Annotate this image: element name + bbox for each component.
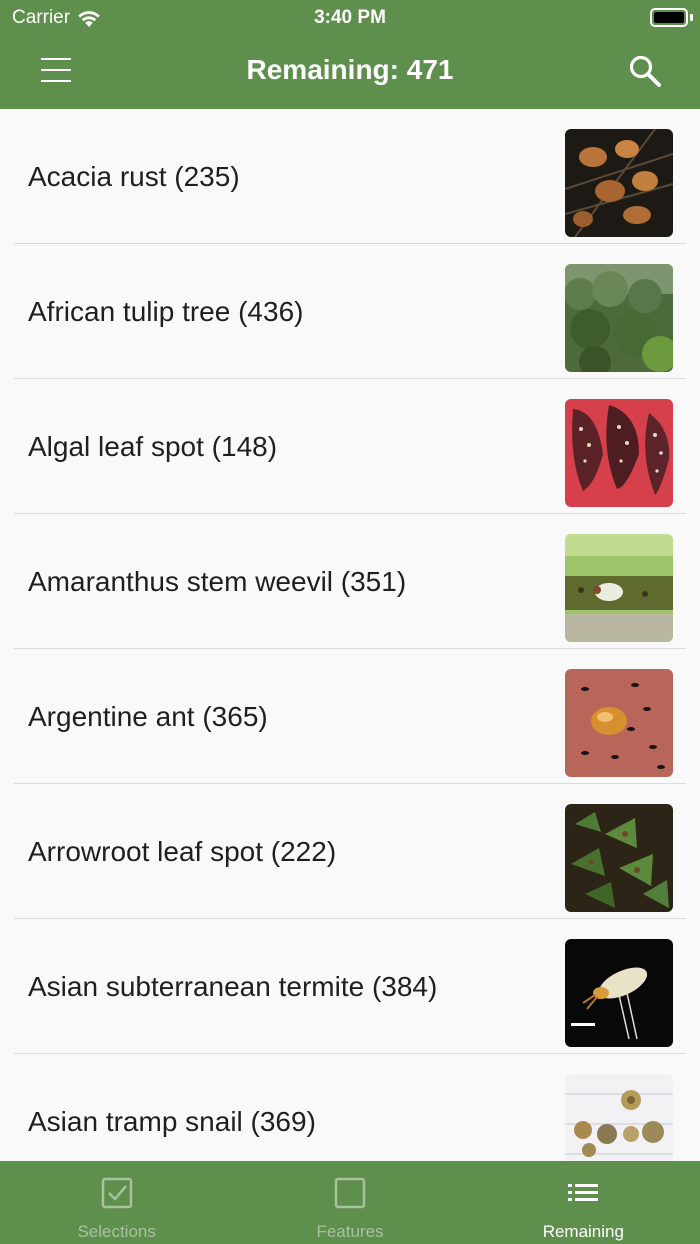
list-item[interactable]: Argentine ant (365) bbox=[0, 649, 700, 784]
list-item-label: Algal leaf spot (148) bbox=[28, 430, 278, 462]
amaranthus-stem-weevil-thumbnail bbox=[565, 534, 673, 642]
battery-icon bbox=[650, 8, 688, 27]
tab-features-label: Features bbox=[316, 1222, 384, 1241]
species-list[interactable]: Acacia rust (235) African tulip tree (43… bbox=[0, 109, 700, 1161]
list-icon bbox=[568, 1184, 599, 1201]
asian-subterranean-termite-thumbnail bbox=[565, 939, 673, 1047]
argentine-ant-thumbnail bbox=[565, 669, 673, 777]
battery-cap bbox=[690, 14, 693, 21]
tab-selections[interactable]: Selections bbox=[0, 1161, 233, 1244]
list-item[interactable]: Acacia rust (235) bbox=[0, 109, 700, 244]
list-item-label: Asian subterranean termite (384) bbox=[28, 970, 438, 1002]
tab-selections-label: Selections bbox=[77, 1222, 156, 1241]
african-tulip-tree-thumbnail bbox=[565, 264, 673, 372]
navigation-bar: Remaining: 471 bbox=[0, 36, 700, 109]
status-time: 3:40 PM bbox=[314, 7, 386, 28]
asian-tramp-snail-thumbnail bbox=[565, 1074, 673, 1161]
tab-features[interactable]: Features bbox=[233, 1161, 466, 1244]
list-item-label: African tulip tree (436) bbox=[28, 295, 304, 327]
checked-square-icon bbox=[101, 1177, 132, 1209]
app-header: Carrier 3:40 PM Remaining: 471 bbox=[0, 0, 700, 109]
list-item[interactable]: Amaranthus stem weevil (351) bbox=[0, 514, 700, 649]
list-item[interactable]: Asian tramp snail (369) bbox=[0, 1054, 700, 1161]
algal-leaf-spot-thumbnail bbox=[565, 399, 673, 507]
list-item-label: Argentine ant (365) bbox=[28, 700, 268, 732]
list-item-label: Amaranthus stem weevil (351) bbox=[28, 565, 407, 597]
page-title: Remaining: 471 bbox=[246, 54, 454, 85]
list-item-label: Asian tramp snail (369) bbox=[28, 1105, 316, 1137]
list-item[interactable]: Asian subterranean termite (384) bbox=[0, 919, 700, 1054]
arrowroot-leaf-spot-thumbnail bbox=[565, 804, 673, 912]
acacia-rust-thumbnail bbox=[565, 129, 673, 237]
tab-remaining-label: Remaining bbox=[542, 1222, 624, 1241]
list-item-label: Acacia rust (235) bbox=[28, 160, 240, 192]
list-item[interactable]: Algal leaf spot (148) bbox=[0, 379, 700, 514]
tab-remaining[interactable]: Remaining bbox=[467, 1161, 700, 1244]
list-item-label: Arrowroot leaf spot (222) bbox=[28, 835, 337, 867]
list-item[interactable]: Arrowroot leaf spot (222) bbox=[0, 784, 700, 919]
tab-bar: Selections Features Remaining bbox=[0, 1161, 700, 1244]
empty-square-icon bbox=[334, 1177, 366, 1209]
status-bar: Carrier 3:40 PM bbox=[0, 0, 700, 36]
search-icon[interactable] bbox=[628, 54, 662, 88]
list-item[interactable]: African tulip tree (436) bbox=[0, 244, 700, 379]
